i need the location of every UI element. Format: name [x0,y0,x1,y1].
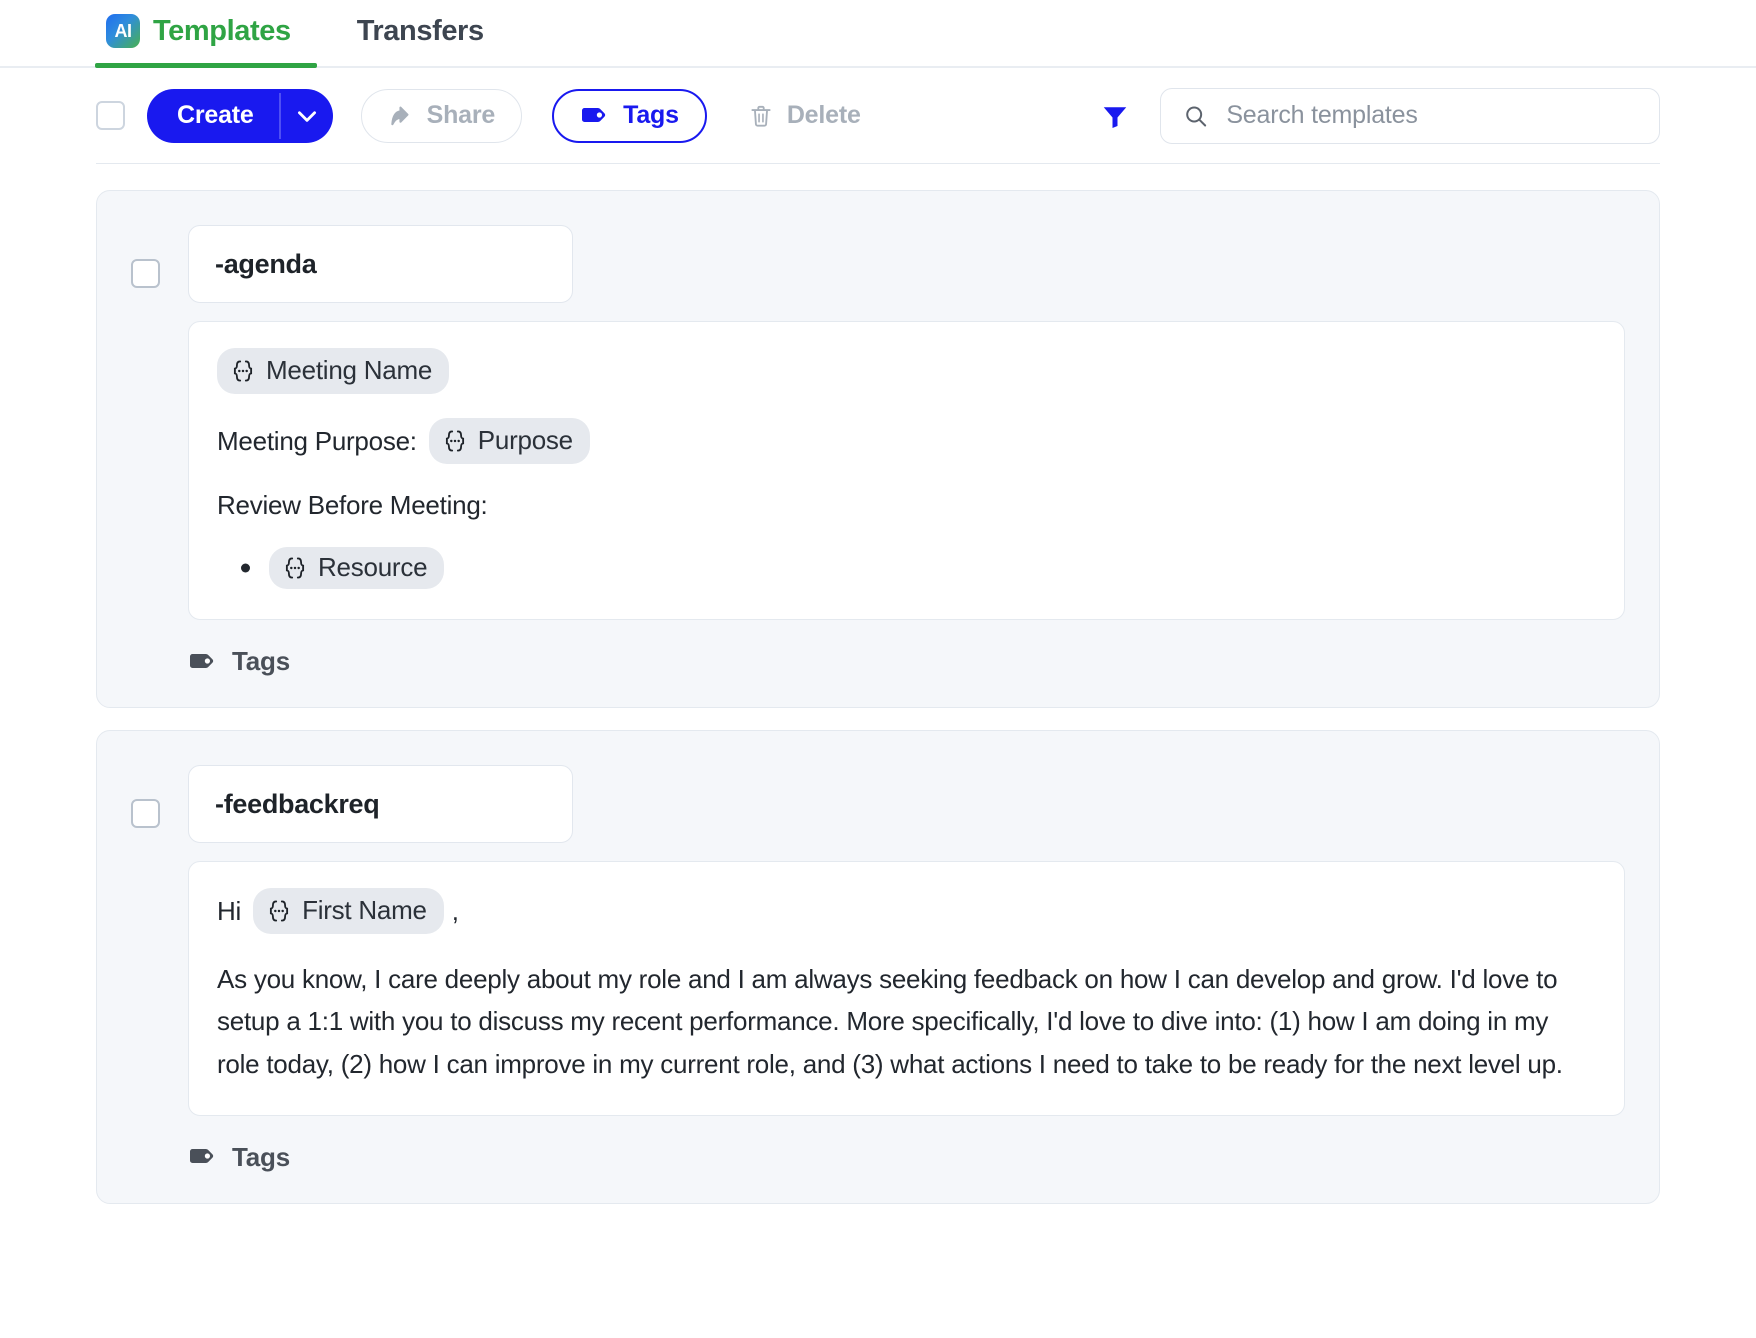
template-select-checkbox[interactable] [131,259,160,288]
filter-funnel-icon [1103,106,1127,128]
tags-button-label: Tags [623,101,679,129]
content-paragraph: As you know, I care deeply about my role… [217,964,1563,1079]
ai-badge-icon: AI [106,14,140,48]
variable-chip-label: Purpose [477,425,573,456]
content-line: Hi First Name , [217,888,1596,935]
variable-chip-label: Meeting Name [266,355,433,385]
template-content-editor[interactable]: Meeting Name Meeting Purpose: Purpose Re… [188,321,1625,621]
curly-braces-icon [285,557,305,579]
curly-braces-icon [445,430,464,452]
search-input[interactable] [1226,101,1637,130]
template-select-checkbox[interactable] [131,799,160,829]
variable-chip-first-name[interactable]: First Name [253,888,444,935]
template-shortcut-input[interactable]: -feedbackreq [188,765,573,844]
tag-icon [190,1149,214,1164]
content-text: Review Before Meeting: [217,490,488,521]
variable-chip-meeting-name[interactable]: Meeting Name [217,348,450,395]
share-arrow-icon [390,106,409,125]
templates-page: AI Templates Transfers Create Share Tags… [0,0,1756,1338]
variable-chip-label: First Name [302,895,427,926]
content-text: , [451,895,459,926]
template-tags-control[interactable]: Tags [188,646,290,677]
tab-transfers-label: Transfers [356,14,484,47]
variable-chip-purpose[interactable]: Purpose [428,418,590,465]
toolbar: Create Share Tags Delete Search template… [96,68,1660,164]
curly-braces-icon [270,900,289,922]
search-box[interactable] [1160,87,1660,144]
chevron-down-icon [297,110,316,122]
content-text: Meeting Purpose: [217,425,417,456]
tag-icon [582,107,606,122]
template-list: -agenda Meeting Name Meeting Purpose: Pu… [0,164,1756,1204]
template-content-editor[interactable]: Hi First Name , As you know, I care deep… [188,861,1625,1116]
template-card-body: -feedbackreq Hi First Name , As you know… [188,765,1625,1172]
content-line: Review Before Meeting: [217,488,1596,523]
content-text: Hi [217,895,242,926]
create-button-label: Create [177,101,254,129]
tab-templates-label: Templates [153,14,291,47]
share-button[interactable]: Share [360,88,523,143]
tag-icon [190,653,214,668]
tags-button[interactable]: Tags [552,88,707,143]
template-shortcut-input[interactable]: -agenda [188,225,573,303]
delete-button-label: Delete [786,101,861,129]
tab-templates[interactable]: AI Templates [95,0,317,68]
search-icon [1186,106,1207,127]
filter-button[interactable] [1100,101,1130,131]
template-card: -feedbackreq Hi First Name , As you know… [96,730,1660,1204]
create-dropdown-toggle[interactable] [281,89,333,143]
tab-bar: AI Templates Transfers [0,0,1756,68]
trash-icon [751,105,771,127]
template-tags-control[interactable]: Tags [188,1142,290,1173]
variable-chip-resource[interactable]: Resource [269,547,445,590]
curly-braces-icon [233,360,253,382]
variable-chip-label: Resource [318,552,428,583]
create-button-group[interactable]: Create [147,88,333,143]
toolbar-wrapper: Create Share Tags Delete Search template… [0,68,1756,164]
template-shortcut-value: -agenda [215,248,317,279]
template-shortcut-value: -feedbackreq [215,788,380,819]
template-card-body: -agenda Meeting Name Meeting Purpose: Pu… [188,225,1625,677]
template-card: -agenda Meeting Name Meeting Purpose: Pu… [96,190,1660,709]
share-button-label: Share [426,101,496,129]
content-bullet-list: Resource [217,547,1596,590]
create-button[interactable]: Create [147,89,279,143]
tab-transfers[interactable]: Transfers [339,0,510,66]
list-item: Resource [269,547,1596,590]
content-line: Meeting Purpose: Purpose [217,418,1596,465]
delete-button[interactable]: Delete [720,88,888,143]
content-line: Meeting Name [217,348,1596,395]
template-tags-label: Tags [232,1141,290,1172]
template-tags-label: Tags [232,646,290,677]
select-all-checkbox[interactable] [96,101,125,130]
